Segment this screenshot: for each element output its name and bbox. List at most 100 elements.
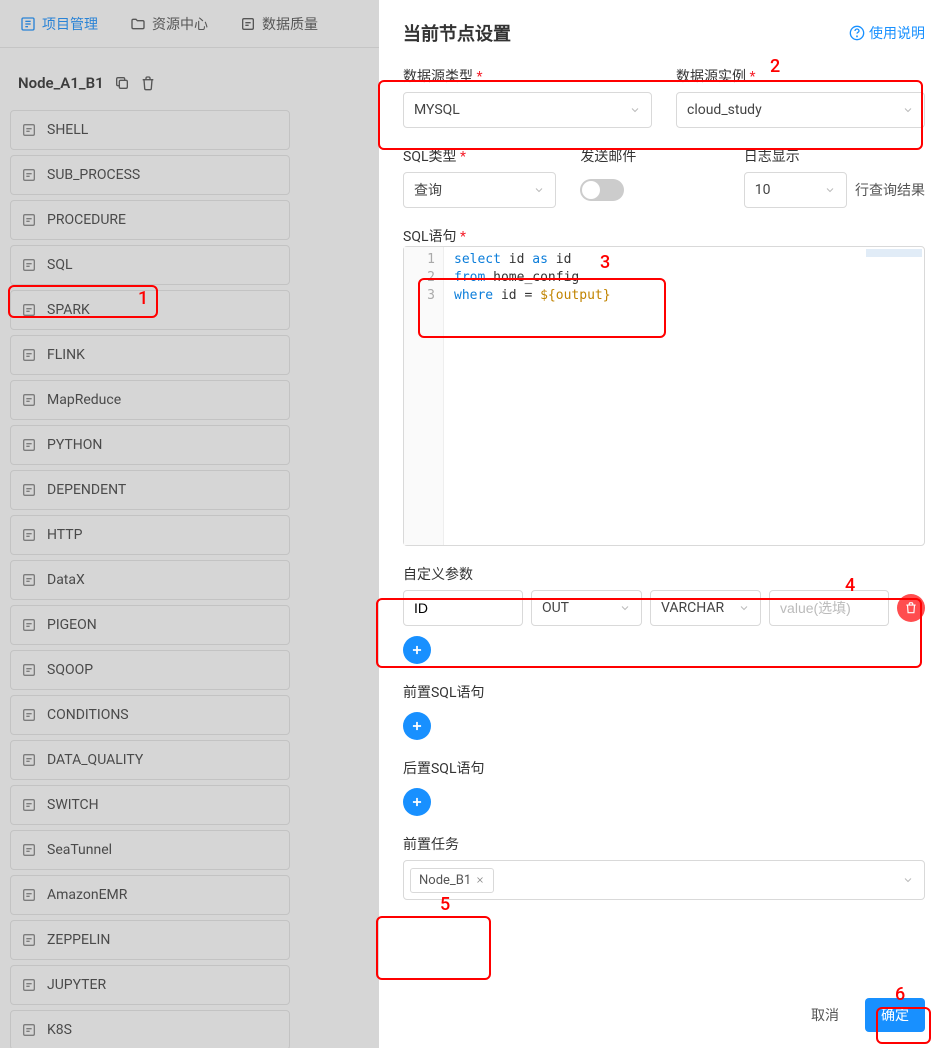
plus-icon	[410, 643, 424, 657]
chevron-down-icon	[619, 602, 631, 614]
node-header: Node_A1_B1	[10, 64, 290, 110]
ds-type-value: MYSQL	[414, 102, 460, 118]
task-type-label: PIGEON	[47, 617, 97, 633]
task-type-mapreduce[interactable]: MapReduce	[10, 380, 290, 420]
task-icon	[21, 572, 37, 588]
editor-gutter: 123	[404, 247, 444, 545]
task-type-label: SQOOP	[47, 662, 93, 678]
task-type-label: SQL	[47, 257, 72, 273]
send-mail-group: 发送邮件	[580, 146, 719, 208]
task-type-amazonemr[interactable]: AmazonEMR	[10, 875, 290, 915]
param-value-input[interactable]	[769, 590, 889, 626]
help-text: 使用说明	[869, 23, 925, 43]
cancel-button[interactable]: 取消	[795, 998, 855, 1032]
param-type-select[interactable]: VARCHAR	[650, 590, 761, 626]
task-type-jupyter[interactable]: JUPYTER	[10, 965, 290, 1005]
task-type-conditions[interactable]: CONDITIONS	[10, 695, 290, 735]
editor-body[interactable]: select id as idfrom home_configwhere id …	[444, 247, 924, 545]
sql-stmt-section: SQL语句 123 select id as idfrom home_confi…	[403, 226, 925, 546]
task-icon	[21, 437, 37, 453]
sql-type-group: SQL类型 查询	[403, 146, 556, 208]
help-link[interactable]: 使用说明	[849, 23, 925, 43]
ds-instance-select[interactable]: cloud_study	[676, 92, 925, 128]
pre-task-select[interactable]: Node_B1	[403, 860, 925, 900]
sql-editor[interactable]: 123 select id as idfrom home_configwhere…	[403, 246, 925, 546]
log-display-suffix: 行查询结果	[855, 172, 925, 208]
ds-instance-group: 数据源实例 cloud_study	[676, 66, 925, 128]
drawer-footer: 取消 确定	[795, 998, 925, 1032]
task-type-datax[interactable]: DataX	[10, 560, 290, 600]
copy-icon[interactable]	[114, 75, 130, 91]
close-icon[interactable]	[475, 875, 485, 885]
chevron-down-icon	[824, 184, 836, 196]
custom-params-label: 自定义参数	[403, 564, 925, 584]
task-type-seatunnel[interactable]: SeaTunnel	[10, 830, 290, 870]
nav-project[interactable]: 项目管理	[20, 14, 98, 34]
ds-type-select[interactable]: MYSQL	[403, 92, 652, 128]
log-display-label: 日志显示	[744, 146, 925, 166]
task-icon	[21, 797, 37, 813]
task-type-spark[interactable]: SPARK	[10, 290, 290, 330]
task-type-k8s[interactable]: K8S	[10, 1010, 290, 1048]
task-icon	[21, 527, 37, 543]
task-icon	[21, 122, 37, 138]
sql-type-label: SQL类型	[403, 146, 556, 166]
task-icon	[21, 887, 37, 903]
pre-task-tag-label: Node_B1	[419, 873, 471, 888]
param-delete-button[interactable]	[897, 594, 925, 622]
task-type-sqoop[interactable]: SQOOP	[10, 650, 290, 690]
sql-type-select[interactable]: 查询	[403, 172, 556, 208]
ds-type-label: 数据源类型	[403, 66, 652, 86]
add-param-button[interactable]	[403, 636, 431, 664]
task-type-http[interactable]: HTTP	[10, 515, 290, 555]
nav-quality[interactable]: 数据质量	[240, 14, 318, 34]
task-type-label: MapReduce	[47, 392, 121, 408]
param-row: OUT VARCHAR	[403, 590, 925, 626]
pre-sql-label: 前置SQL语句	[403, 682, 925, 702]
add-post-sql-button[interactable]	[403, 788, 431, 816]
add-pre-sql-button[interactable]	[403, 712, 431, 740]
project-icon	[20, 16, 36, 32]
quality-icon	[240, 16, 256, 32]
log-display-group: 日志显示 10 行查询结果	[744, 146, 925, 208]
task-icon	[21, 392, 37, 408]
ok-button[interactable]: 确定	[865, 998, 925, 1032]
task-type-data_quality[interactable]: DATA_QUALITY	[10, 740, 290, 780]
task-type-shell[interactable]: SHELL	[10, 110, 290, 150]
editor-minimap	[866, 249, 922, 257]
task-type-label: DATA_QUALITY	[47, 752, 143, 768]
task-type-dependent[interactable]: DEPENDENT	[10, 470, 290, 510]
task-icon	[21, 302, 37, 318]
pre-task-section: 前置任务 Node_B1	[403, 834, 925, 900]
param-name-input[interactable]	[403, 590, 523, 626]
task-type-label: AmazonEMR	[47, 887, 127, 903]
task-type-sql[interactable]: SQL	[10, 245, 290, 285]
task-type-switch[interactable]: SWITCH	[10, 785, 290, 825]
task-type-label: PROCEDURE	[47, 212, 126, 228]
send-mail-switch[interactable]	[580, 179, 624, 201]
ds-instance-label: 数据源实例	[676, 66, 925, 86]
delete-icon[interactable]	[140, 75, 156, 91]
task-type-label: K8S	[47, 1022, 72, 1038]
chevron-down-icon	[533, 184, 545, 196]
task-type-procedure[interactable]: PROCEDURE	[10, 200, 290, 240]
folder-icon	[130, 16, 146, 32]
task-type-zeppelin[interactable]: ZEPPELIN	[10, 920, 290, 960]
task-type-flink[interactable]: FLINK	[10, 335, 290, 375]
param-type-value: VARCHAR	[661, 600, 724, 616]
sql-type-value: 查询	[414, 180, 442, 200]
nav-resource[interactable]: 资源中心	[130, 14, 208, 34]
task-icon	[21, 752, 37, 768]
chevron-down-icon	[902, 104, 914, 116]
param-direction-select[interactable]: OUT	[531, 590, 642, 626]
task-icon	[21, 212, 37, 228]
nav-resource-label: 资源中心	[152, 14, 208, 34]
pre-task-tag: Node_B1	[410, 868, 494, 893]
task-type-sub_process[interactable]: SUB_PROCESS	[10, 155, 290, 195]
task-type-python[interactable]: PYTHON	[10, 425, 290, 465]
plus-icon	[410, 795, 424, 809]
drawer-title: 当前节点设置	[403, 20, 511, 46]
task-type-pigeon[interactable]: PIGEON	[10, 605, 290, 645]
log-display-select[interactable]: 10	[744, 172, 847, 208]
sql-stmt-label: SQL语句	[403, 226, 925, 246]
